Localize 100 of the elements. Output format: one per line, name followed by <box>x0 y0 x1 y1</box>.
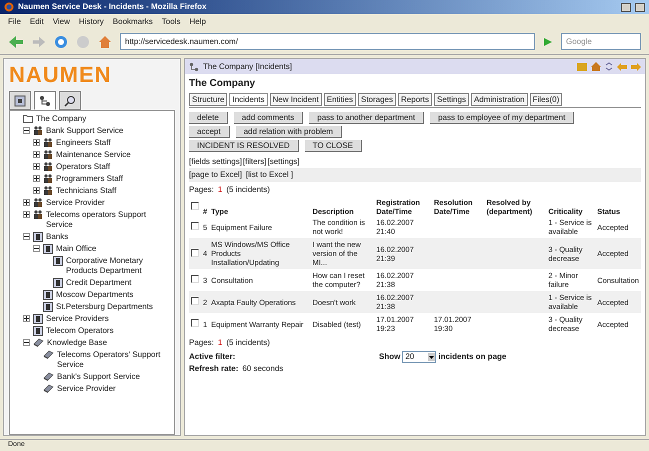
dropdown-arrow-icon <box>428 353 436 361</box>
menu-item[interactable]: Tools <box>162 16 180 28</box>
tree-item[interactable]: Technicians Staff <box>56 186 116 196</box>
checkbox[interactable] <box>191 297 199 305</box>
menu-item[interactable]: Bookmarks <box>112 16 153 28</box>
expand-toggle[interactable] <box>33 139 40 146</box>
page-link[interactable]: 1 <box>218 337 222 349</box>
pages-label: Pages: <box>189 337 214 349</box>
menu-item[interactable]: History <box>78 16 104 28</box>
menu-item[interactable]: Help <box>189 16 206 28</box>
tree-item[interactable]: Operators Staff <box>56 162 110 172</box>
tab[interactable]: Entities <box>324 93 356 106</box>
tab[interactable]: Administration <box>470 93 528 106</box>
expand-toggle[interactable] <box>23 315 30 322</box>
action-button[interactable]: accept <box>189 126 230 138</box>
tree-item[interactable]: Corporative Monetary Products Department <box>66 256 171 276</box>
tree-item[interactable]: Service Provider <box>57 384 116 394</box>
action-button[interactable]: pass to another department <box>309 112 424 124</box>
per-page-label: incidents on page <box>438 351 506 363</box>
tab[interactable]: Reports <box>398 93 432 106</box>
action-button[interactable]: delete <box>189 112 228 124</box>
refresh-icon[interactable] <box>605 62 613 71</box>
menu-item[interactable]: File <box>8 16 21 28</box>
collapse-toggle[interactable] <box>23 127 30 134</box>
people-icon <box>33 126 43 135</box>
tree-icon <box>189 62 199 72</box>
people-icon <box>33 198 43 207</box>
tree-item[interactable]: Moscow Departments <box>56 290 134 300</box>
box-icon <box>14 94 26 106</box>
menu-item[interactable]: Edit <box>30 16 44 28</box>
expand-toggle[interactable] <box>23 211 30 218</box>
expand-toggle[interactable] <box>33 151 40 158</box>
refresh-label: Refresh rate: <box>189 363 238 375</box>
book-icon <box>33 338 44 347</box>
folder-icon <box>23 114 33 123</box>
expand-toggle[interactable] <box>23 199 30 206</box>
tree-item[interactable]: Credit Department <box>66 278 132 288</box>
tree-item[interactable]: Bank Support Service <box>46 126 124 136</box>
search-field[interactable]: Google <box>561 33 641 50</box>
checkbox[interactable] <box>191 248 199 256</box>
tree-item[interactable]: Programmers Staff <box>56 174 123 184</box>
collapse-toggle[interactable] <box>23 233 30 240</box>
book-icon <box>43 384 54 393</box>
page-link[interactable]: 1 <box>218 184 222 196</box>
search-tab[interactable] <box>59 91 81 110</box>
checkbox[interactable] <box>191 319 199 327</box>
reload-icon[interactable] <box>54 34 68 48</box>
people-icon <box>43 138 53 147</box>
pages-label: Pages: <box>189 184 214 196</box>
collapse-toggle[interactable] <box>33 245 40 252</box>
show-label: Show <box>379 351 400 363</box>
action-button[interactable]: pass to employee of my department <box>430 112 574 124</box>
action-button[interactable]: add relation with problem <box>236 126 342 138</box>
people-icon <box>43 174 53 183</box>
tab[interactable]: New Incident <box>270 93 322 106</box>
tree-item[interactable]: Telecoms operators Support Service <box>46 210 171 230</box>
menu-item[interactable]: View <box>52 16 70 28</box>
tree-item[interactable]: Telecoms Operators' Support Service <box>57 350 171 370</box>
export-link[interactable]: [list to Excel ] <box>246 169 294 181</box>
settings-link[interactable]: [fields settings] <box>189 156 242 168</box>
tree-item[interactable]: Knowledge Base <box>47 338 108 348</box>
action-button[interactable]: TO CLOSE <box>304 140 362 152</box>
tab[interactable]: Storages <box>358 93 396 106</box>
expand-toggle[interactable] <box>33 175 40 182</box>
collapse-toggle[interactable] <box>23 339 30 346</box>
tree-item[interactable]: Telecom Operators <box>46 326 114 336</box>
tree-tab[interactable] <box>34 91 56 110</box>
tree-item[interactable]: Maintenance Service <box>56 150 131 160</box>
expand-toggle[interactable] <box>33 187 40 194</box>
settings-link[interactable]: [settings] <box>267 156 300 168</box>
object-tab[interactable] <box>9 91 31 110</box>
export-link[interactable]: [page to Excel] <box>189 169 242 181</box>
tab[interactable]: Files(0) <box>530 93 562 106</box>
action-button[interactable]: add comments <box>234 112 304 124</box>
settings-link[interactable]: [filters] <box>242 156 266 168</box>
tree-item[interactable]: Main Office <box>56 244 96 254</box>
tree-item[interactable]: Engineers Staff <box>56 138 111 148</box>
tab[interactable]: Settings <box>434 93 469 106</box>
browser-icon <box>4 2 14 12</box>
tree-item[interactable]: Banks <box>46 232 68 242</box>
tree-item[interactable]: St.Petersburg Departments <box>56 302 153 312</box>
tab[interactable]: Structure <box>189 93 228 106</box>
address-field[interactable]: http://servicedesk.naumen.com/ <box>120 33 535 50</box>
action-button[interactable]: INCIDENT IS RESOLVED <box>189 140 299 152</box>
minimize-button[interactable] <box>621 2 631 12</box>
checkbox[interactable] <box>191 222 199 230</box>
expand-toggle[interactable] <box>33 163 40 170</box>
checkbox[interactable] <box>191 202 199 210</box>
book-icon <box>43 350 54 359</box>
tree-item[interactable]: The Company <box>36 114 86 124</box>
book-icon <box>43 372 54 381</box>
tree-item[interactable]: Service Provider <box>46 198 105 208</box>
tree-item[interactable]: Bank's Support Service <box>57 372 140 382</box>
page-heading: The Company <box>189 77 256 91</box>
checkbox[interactable] <box>191 275 199 283</box>
house-icon[interactable] <box>591 62 601 71</box>
maximize-button[interactable] <box>635 2 645 12</box>
page-size-select[interactable]: 20 <box>402 351 436 363</box>
tab[interactable]: Incidents <box>229 93 268 106</box>
tree-item[interactable]: Service Providers <box>46 314 109 324</box>
